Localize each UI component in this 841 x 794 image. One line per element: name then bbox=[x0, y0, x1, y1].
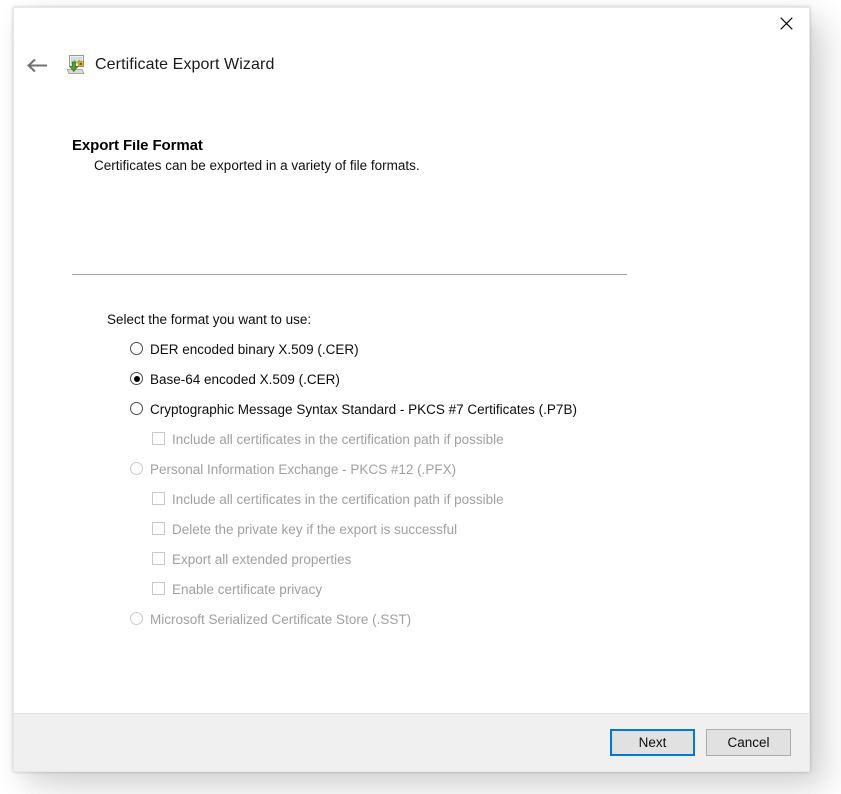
certificate-export-wizard-window: Certificate Export Wizard Export File Fo… bbox=[13, 7, 810, 772]
page-heading: Export File Format Certificates can be e… bbox=[72, 140, 672, 174]
checkbox-include-all-certificates-pfx bbox=[152, 492, 165, 505]
radio-pkcs7-certificates-label: Cryptographic Message Syntax Standard - … bbox=[150, 402, 577, 417]
dialog-footer: Next Cancel bbox=[14, 713, 809, 771]
checkbox-export-extended-properties-row: Export all extended properties bbox=[152, 551, 707, 568]
next-button[interactable]: Next bbox=[610, 729, 695, 756]
window-title: Certificate Export Wizard bbox=[95, 56, 275, 73]
radio-der-encoded-binary-label: DER encoded binary X.509 (.CER) bbox=[150, 342, 359, 357]
wizard-nav-row: Certificate Export Wizard bbox=[14, 52, 274, 78]
radio-pkcs7-certificates[interactable] bbox=[130, 402, 143, 415]
export-format-form: Select the format you want to use: DER e… bbox=[107, 311, 707, 641]
checkbox-enable-certificate-privacy-row: Enable certificate privacy bbox=[152, 581, 707, 598]
format-prompt-label: Select the format you want to use: bbox=[107, 312, 312, 327]
window-titlebar: Certificate Export Wizard bbox=[14, 8, 809, 92]
checkbox-export-extended-properties bbox=[152, 552, 165, 565]
close-icon[interactable] bbox=[763, 8, 809, 38]
checkbox-export-extended-properties-label: Export all extended properties bbox=[172, 552, 352, 567]
cancel-button[interactable]: Cancel bbox=[706, 729, 791, 756]
checkbox-delete-private-key bbox=[152, 522, 165, 535]
certificate-export-icon bbox=[64, 54, 86, 76]
checkbox-include-all-certificates-pkcs7 bbox=[152, 432, 165, 445]
radio-serialized-certificate-store-label: Microsoft Serialized Certificate Store (… bbox=[150, 612, 412, 627]
page-title: Export File Format bbox=[72, 140, 203, 153]
radio-serialized-certificate-store-row: Microsoft Serialized Certificate Store (… bbox=[130, 611, 707, 628]
radio-pkcs7-certificates-row[interactable]: Cryptographic Message Syntax Standard - … bbox=[130, 401, 707, 418]
radio-pkcs12-pfx bbox=[130, 462, 143, 475]
radio-der-encoded-binary[interactable] bbox=[130, 342, 143, 355]
heading-divider bbox=[72, 274, 627, 275]
checkbox-delete-private-key-label: Delete the private key if the export is … bbox=[172, 522, 458, 537]
checkbox-include-all-certificates-pfx-row: Include all certificates in the certific… bbox=[152, 491, 707, 508]
format-option-list: DER encoded binary X.509 (.CER) Base-64 e… bbox=[107, 341, 707, 628]
desktop-backdrop: Certificate Export Wizard Export File Fo… bbox=[0, 0, 841, 794]
radio-pkcs12-pfx-label: Personal Information Exchange - PKCS #12… bbox=[150, 462, 457, 477]
checkbox-delete-private-key-row: Delete the private key if the export is … bbox=[152, 521, 707, 538]
checkbox-include-all-certificates-pfx-label: Include all certificates in the certific… bbox=[172, 492, 504, 507]
checkbox-include-all-certificates-pkcs7-row: Include all certificates in the certific… bbox=[152, 431, 707, 448]
radio-base64-encoded-label: Base-64 encoded X.509 (.CER) bbox=[150, 372, 340, 387]
radio-base64-encoded-row[interactable]: Base-64 encoded X.509 (.CER) bbox=[130, 371, 707, 388]
back-arrow-icon[interactable] bbox=[14, 52, 62, 78]
checkbox-enable-certificate-privacy bbox=[152, 582, 165, 595]
radio-base64-encoded[interactable] bbox=[130, 372, 143, 385]
wizard-page-body: Export File Format Certificates can be e… bbox=[14, 92, 809, 713]
checkbox-include-all-certificates-pkcs7-label: Include all certificates in the certific… bbox=[172, 432, 504, 447]
page-subtitle: Certificates can be exported in a variet… bbox=[94, 158, 420, 173]
radio-serialized-certificate-store bbox=[130, 612, 143, 625]
radio-pkcs12-pfx-row: Personal Information Exchange - PKCS #12… bbox=[130, 461, 707, 478]
radio-der-encoded-binary-row[interactable]: DER encoded binary X.509 (.CER) bbox=[130, 341, 707, 358]
checkbox-enable-certificate-privacy-label: Enable certificate privacy bbox=[172, 582, 323, 597]
